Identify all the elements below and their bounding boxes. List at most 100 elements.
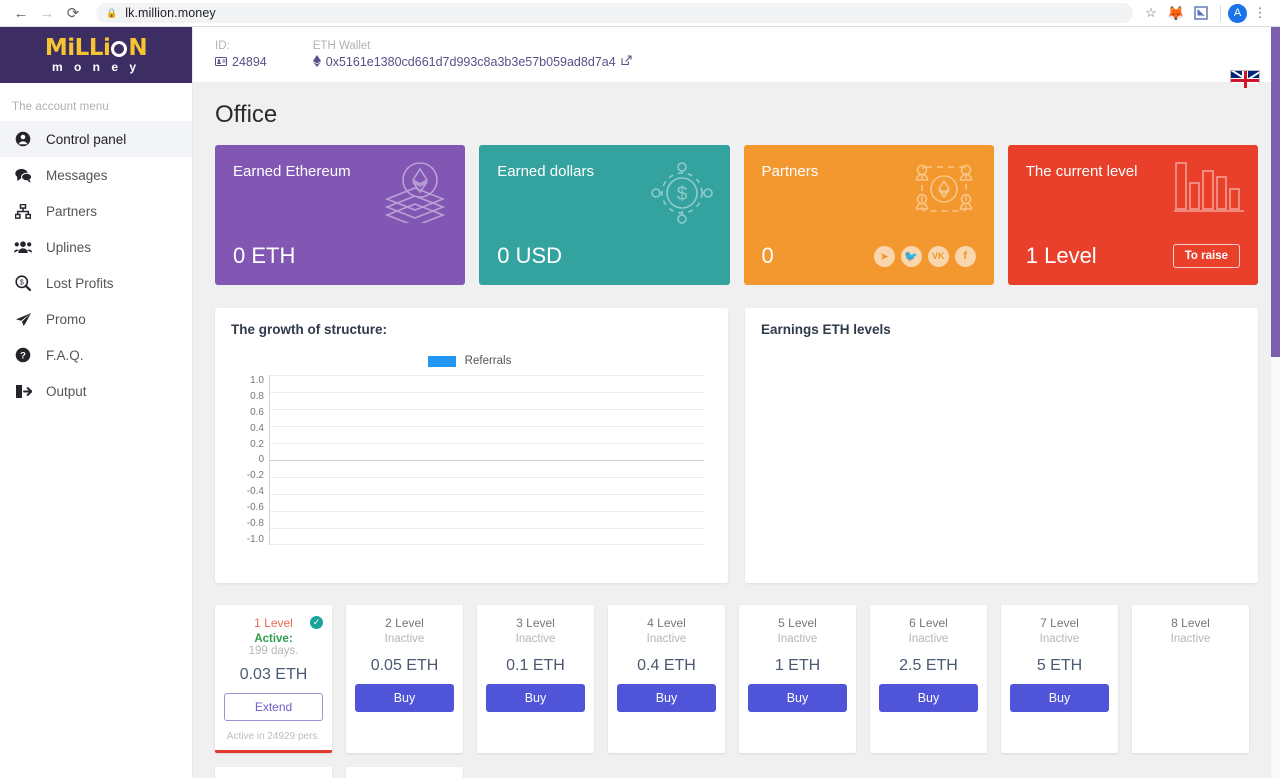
legend-label-referrals: Referrals bbox=[464, 355, 512, 367]
level-card-title: 8 Level bbox=[1171, 616, 1210, 630]
sidebar-item-label: Messages bbox=[46, 167, 108, 183]
eth-wallet-field: ETH Wallet 0x5161e1380cd661d7d993c8a3b3e… bbox=[312, 39, 632, 70]
browser-toolbar: ← → ⟳ 🔒 lk.million.money ☆ 🦊 A ⋮ bbox=[0, 0, 1280, 27]
buy-button[interactable]: Buy bbox=[1010, 684, 1109, 712]
stat-card-partners: Partners 0 ➤ 🐦 VK f bbox=[743, 145, 994, 285]
level-card-title: 6 Level bbox=[909, 616, 948, 630]
app-shell: MiLLi N m o n e y The account menu Contro… bbox=[0, 27, 1280, 778]
level-card-price: 0.1 ETH bbox=[506, 657, 565, 674]
telegram-icon[interactable]: ➤ bbox=[873, 245, 895, 267]
level-card-2[interactable]: 2 Level Inactive 0.05 ETH Buy bbox=[346, 605, 463, 753]
gridline bbox=[270, 409, 704, 410]
twitter-icon[interactable]: 🐦 bbox=[900, 245, 922, 267]
level-card-10[interactable]: 10 Level Inactive bbox=[346, 767, 463, 778]
y-tick: -0.8 bbox=[246, 518, 264, 530]
gridline bbox=[270, 544, 704, 545]
level-card-1[interactable]: ✓ 1 Level Active: 199 days. 0.03 ETH Ext… bbox=[215, 605, 332, 753]
sidebar-item-label: Output bbox=[46, 383, 87, 399]
sidebar-item-messages[interactable]: Messages bbox=[0, 157, 192, 193]
bookmark-star-icon[interactable]: ☆ bbox=[1139, 1, 1163, 25]
extend-button[interactable]: Extend bbox=[224, 693, 323, 721]
sidebar-item-uplines[interactable]: Uplines bbox=[0, 229, 192, 265]
forward-arrow-icon[interactable]: → bbox=[34, 0, 60, 26]
buy-button[interactable]: Buy bbox=[486, 684, 585, 712]
sidebar-item-label: Control panel bbox=[46, 131, 127, 147]
buy-button[interactable]: Buy bbox=[617, 684, 716, 712]
level-card-7[interactable]: 7 Level Inactive 5 ETH Buy bbox=[1001, 605, 1118, 753]
dollar-network-icon: $ bbox=[648, 161, 716, 228]
level-card-4[interactable]: 4 Level Inactive 0.4 ETH Buy bbox=[608, 605, 725, 753]
sidebar-item-lost-profits[interactable]: $ Lost Profits bbox=[0, 265, 192, 301]
growth-chart: Referrals 1.0 0.8 0.6 0.4 0.2 0 -0.2 -0.… bbox=[231, 343, 712, 551]
level-card-8[interactable]: 8 Level Inactive bbox=[1132, 605, 1249, 753]
sidebar-item-partners[interactable]: Partners bbox=[0, 193, 192, 229]
chart-plot-area: 1.0 0.8 0.6 0.4 0.2 0 -0.2 -0.4 -0.6 -0.… bbox=[235, 375, 704, 545]
level-card-status: Inactive bbox=[384, 633, 425, 645]
main-scroll-region: Office Earned Ethereum 0 ETH Earned doll… bbox=[193, 83, 1280, 778]
buy-button[interactable]: Buy bbox=[355, 684, 454, 712]
chat-bubbles-icon bbox=[14, 168, 32, 183]
extension-icon[interactable] bbox=[1189, 1, 1213, 25]
gridline bbox=[270, 528, 704, 529]
gridline bbox=[270, 426, 704, 427]
sidebar-item-promo[interactable]: Promo bbox=[0, 301, 192, 337]
three-dot-menu-icon[interactable]: ⋮ bbox=[1248, 1, 1272, 25]
stat-card-bottom: 0 ➤ 🐦 VK f bbox=[762, 243, 976, 269]
avatar[interactable]: A bbox=[1228, 3, 1247, 23]
gridline-zero bbox=[270, 460, 704, 461]
gridline bbox=[270, 494, 704, 495]
metamask-fox-icon[interactable]: 🦊 bbox=[1164, 1, 1188, 25]
page-scrollbar[interactable] bbox=[1271, 27, 1280, 778]
sidebar-item-faq[interactable]: ? F.A.Q. bbox=[0, 337, 192, 373]
page-title: Office bbox=[215, 101, 278, 128]
buy-button[interactable]: Buy bbox=[879, 684, 978, 712]
y-tick: 0.8 bbox=[250, 390, 264, 402]
level-card-days: 199 days. bbox=[248, 645, 299, 657]
level-card-status: Inactive bbox=[1170, 633, 1211, 645]
earnings-eth-levels-panel: Earnings ETH levels bbox=[745, 308, 1258, 583]
reload-icon[interactable]: ⟳ bbox=[60, 0, 86, 26]
level-card-status: Inactive bbox=[777, 633, 818, 645]
level-card-title: 4 Level bbox=[647, 616, 686, 630]
level-card-title: 1 Level bbox=[254, 616, 293, 630]
level-card-9[interactable]: 9 Level Inactive bbox=[215, 767, 332, 778]
vk-icon[interactable]: VK bbox=[927, 245, 949, 267]
to-raise-button[interactable]: To raise bbox=[1172, 244, 1240, 268]
legend-swatch-referrals bbox=[427, 355, 456, 367]
svg-text:$: $ bbox=[20, 280, 24, 287]
level-card-5[interactable]: 5 Level Inactive 1 ETH Buy bbox=[739, 605, 856, 753]
level-card-status: Inactive bbox=[908, 633, 949, 645]
topbar: ID: 24894 ETH Wallet 0x5161e1380cd661d7d… bbox=[193, 27, 1280, 89]
level-card-status: Inactive bbox=[515, 633, 556, 645]
logo-text-part1: MiLLi bbox=[44, 34, 111, 61]
address-bar[interactable]: 🔒 lk.million.money bbox=[96, 3, 1133, 23]
y-tick: 0.6 bbox=[250, 406, 264, 418]
user-id-field: ID: 24894 bbox=[215, 40, 267, 69]
level-card-6[interactable]: 6 Level Inactive 2.5 ETH Buy bbox=[870, 605, 987, 753]
buy-button[interactable]: Buy bbox=[748, 684, 847, 712]
flag-cross-vertical bbox=[1243, 71, 1247, 88]
eth-wallet-address: 0x5161e1380cd661d7d993c8a3b3e57b059ad8d7… bbox=[325, 55, 616, 69]
level-card-price: 0.05 ETH bbox=[370, 657, 439, 674]
external-link-icon[interactable] bbox=[621, 55, 632, 69]
level-card-title: 2 Level bbox=[385, 616, 424, 630]
y-tick: 0.2 bbox=[250, 438, 264, 450]
scrollbar-thumb[interactable] bbox=[1271, 27, 1280, 357]
logo[interactable]: MiLLi N m o n e y bbox=[0, 27, 192, 83]
level-card-price: 0.4 ETH bbox=[637, 657, 696, 674]
y-tick: -0.4 bbox=[246, 486, 264, 498]
stat-card-label: Partners bbox=[761, 163, 819, 180]
earnings-panel-title: Earnings ETH levels bbox=[761, 322, 891, 337]
facebook-icon[interactable]: f bbox=[954, 245, 976, 267]
sign-out-icon bbox=[14, 384, 32, 399]
level-card-3[interactable]: 3 Level Inactive 0.1 ETH Buy bbox=[477, 605, 594, 753]
sidebar-item-label: Uplines bbox=[46, 239, 92, 255]
stat-card-earned-ethereum: Earned Ethereum 0 ETH bbox=[215, 145, 466, 285]
back-arrow-icon[interactable]: ← bbox=[8, 0, 34, 26]
sidebar-item-label: Lost Profits bbox=[46, 275, 114, 291]
gridline bbox=[270, 375, 704, 376]
eth-wallet-label: ETH Wallet bbox=[312, 39, 371, 52]
sidebar-item-output[interactable]: Output bbox=[0, 373, 192, 409]
search-dollar-icon: $ bbox=[14, 275, 32, 291]
sidebar-item-control-panel[interactable]: Control panel bbox=[0, 121, 192, 157]
